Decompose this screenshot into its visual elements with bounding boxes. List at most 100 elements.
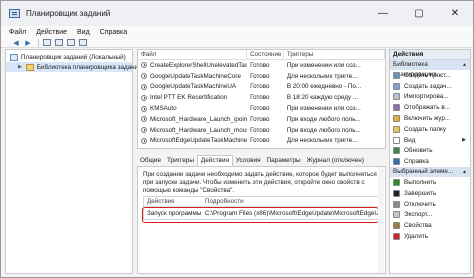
action-item-view[interactable]: Вид ▶ xyxy=(390,135,470,146)
red-highlight-box xyxy=(142,207,379,223)
tree-item-root[interactable]: Планировщик заданий (Локальный) xyxy=(6,52,132,62)
action-item-label: Удалить xyxy=(404,233,429,241)
task-list: Файл Состояние Триггеры CreateExplorerSh… xyxy=(137,49,386,149)
action-item-delete[interactable]: Удалить xyxy=(390,231,470,242)
menu-help[interactable]: Справка xyxy=(100,29,127,36)
selected-item-section-header[interactable]: Выбранный элеме... ▲ xyxy=(390,167,470,178)
action-item-create-task[interactable]: Создать задач... xyxy=(390,81,470,92)
tab-conditions[interactable]: Условия xyxy=(233,156,264,166)
enable-history-icon xyxy=(393,115,400,123)
task-row[interactable]: MicrosoftEdgeUpdateTaskMachineC... Готово… xyxy=(138,136,385,147)
expand-arrow-icon[interactable]: ▶ xyxy=(18,64,22,70)
window-title: Планировщик заданий xyxy=(26,9,111,18)
create-task-icon xyxy=(393,82,400,90)
collapse-arrow-icon[interactable]: ▲ xyxy=(462,167,467,177)
menu-file[interactable]: Файл xyxy=(9,29,26,36)
task-name: Microsoft_Hardware_Launch_ipoint_... xyxy=(150,115,248,123)
maximize-button[interactable]: ▢ xyxy=(401,1,437,26)
tree-item-library[interactable]: ▶ Библиотека планировщика заданий xyxy=(6,62,142,72)
tab-actions[interactable]: Действия xyxy=(196,155,233,166)
task-icon xyxy=(141,137,147,144)
back-arrow-icon[interactable]: ◀ xyxy=(11,38,21,47)
actions-table-header: Действие Подробности xyxy=(144,197,378,207)
delete-icon xyxy=(393,233,400,241)
task-row[interactable]: GoogleUpdateTaskMachineUA Готово В 20:00 е… xyxy=(138,82,385,93)
tab-history[interactable]: Журнал (отключен) xyxy=(304,156,367,166)
task-name: CreateExplorerShellUnelevatedTask xyxy=(150,61,248,69)
action-item-label: Отображать в... xyxy=(404,104,450,112)
task-row[interactable]: Intel PTT EK Recertification Готово В 18:2… xyxy=(138,92,385,103)
column-header-triggers[interactable]: Триггеры xyxy=(284,50,385,60)
library-section-header[interactable]: Библиотека планировщика... ▲ xyxy=(390,60,470,78)
column-header-name[interactable]: Файл xyxy=(138,50,248,60)
action-item-help[interactable]: Справка xyxy=(390,156,470,167)
actions-pane: Действия Библиотека планировщика... ▲ Со… xyxy=(389,49,471,274)
action-item-label: Экспорт... xyxy=(404,211,433,219)
task-icon xyxy=(141,94,147,101)
tab-general[interactable]: Общие xyxy=(137,156,164,166)
minimize-button[interactable]: — xyxy=(365,1,401,26)
task-row[interactable]: KMSAuto Готово При изменении или соз... xyxy=(138,103,385,114)
tree-library-label: Библиотека планировщика заданий xyxy=(36,63,142,71)
action-item-label: Импортирова... xyxy=(404,93,449,101)
help-toolbar-icon[interactable] xyxy=(66,38,76,47)
action-item-end[interactable]: Завершить xyxy=(390,188,470,199)
menu-action[interactable]: Действие xyxy=(36,29,67,36)
task-status: Готово xyxy=(250,137,270,145)
action-item-label: Выполнить xyxy=(404,179,437,187)
task-name: Intel PTT EK Recertification xyxy=(150,94,228,102)
run-icon xyxy=(393,179,400,187)
library-section-label: Библиотека планировщика... xyxy=(393,61,442,78)
tab-triggers[interactable]: Триггеры xyxy=(164,156,197,166)
action-item-import[interactable]: Импортирова... xyxy=(390,92,470,103)
properties-icon xyxy=(393,222,400,230)
action-item-properties[interactable]: Свойства xyxy=(390,220,470,231)
new-folder-icon xyxy=(393,125,400,133)
collapse-arrow-icon[interactable]: ▲ xyxy=(462,60,467,70)
task-status: Готово xyxy=(250,105,270,113)
close-button[interactable]: ✕ xyxy=(437,1,473,26)
menu-bar: Файл Действие Вид Справка xyxy=(1,26,473,38)
refresh-icon xyxy=(393,147,400,155)
task-status: Готово xyxy=(250,72,270,80)
action-item-disable[interactable]: Отключить xyxy=(390,199,470,210)
task-row[interactable]: GoogleUpdateTaskMachineCore Готово Для нес… xyxy=(138,71,385,82)
action-item-new-folder[interactable]: Создать папку xyxy=(390,124,470,135)
action-item-label: Включить жур... xyxy=(404,115,451,123)
column-header-status[interactable]: Состояние xyxy=(247,50,284,60)
task-name: KMSAuto xyxy=(150,105,177,113)
action-pane-toolbar-icon[interactable] xyxy=(78,38,88,47)
action-item-label: Обновить xyxy=(404,147,433,155)
task-trigger: Для нескольких тригге... xyxy=(286,72,358,80)
tree-root-label: Планировщик заданий (Локальный) xyxy=(21,53,126,61)
action-item-enable-history[interactable]: Включить жур... xyxy=(390,113,470,124)
forward-arrow-icon[interactable]: ▶ xyxy=(23,38,33,47)
center-pane: Файл Состояние Триггеры CreateExplorerSh… xyxy=(137,49,386,274)
export-icon xyxy=(393,211,400,219)
task-row[interactable]: Microsoft_Hardware_Launch_mousei...Готов… xyxy=(138,125,385,136)
show-hide-tree-icon[interactable] xyxy=(42,38,52,47)
task-row[interactable]: CreateExplorerShellUnelevatedTask Готово П… xyxy=(138,60,385,71)
action-item-label: Создать задач... xyxy=(404,82,452,90)
task-name: MicrosoftEdgeUpdateTaskMachineC... xyxy=(150,137,248,145)
actions-pane-header: Действия xyxy=(390,50,470,60)
action-item-refresh[interactable]: Обновить xyxy=(390,146,470,157)
task-list-header: Файл Состояние Триггеры xyxy=(138,50,385,60)
task-icon xyxy=(141,105,147,112)
task-status: Готово xyxy=(250,94,270,102)
action-item-export[interactable]: Экспорт... xyxy=(390,210,470,221)
column-header-details[interactable]: Подробности xyxy=(202,198,378,205)
selected-item-section-label: Выбранный элеме... xyxy=(393,168,454,176)
column-header-action[interactable]: Действие xyxy=(144,198,202,205)
view-icon xyxy=(393,136,400,144)
action-item-display-running[interactable]: Отображать в... xyxy=(390,102,470,113)
properties-toolbar-icon[interactable] xyxy=(54,38,64,47)
action-item-run[interactable]: Выполнить xyxy=(390,177,470,188)
submenu-arrow-icon: ▶ xyxy=(462,137,466,144)
task-row[interactable]: Microsoft_Hardware_Launch_ipoint_... Гото… xyxy=(138,114,385,125)
task-icon xyxy=(141,127,147,134)
panel-scrollbar[interactable] xyxy=(378,167,384,273)
tab-settings[interactable]: Параметры xyxy=(264,156,304,166)
menu-view[interactable]: Вид xyxy=(77,29,90,36)
action-item-label: Свойства xyxy=(404,222,432,230)
